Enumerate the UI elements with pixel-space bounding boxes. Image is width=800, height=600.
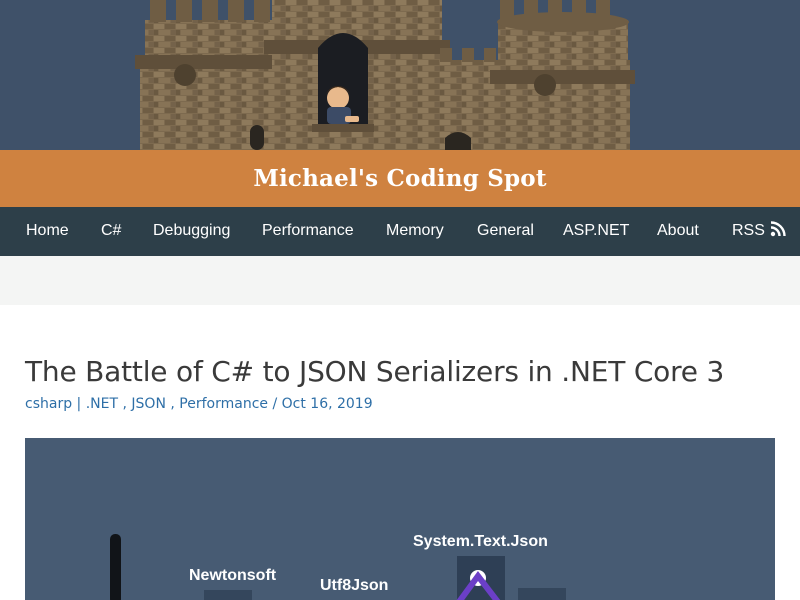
nav-item-debugging[interactable]: Debugging (153, 207, 230, 256)
meta-separator: / (272, 396, 282, 412)
nav-item-general[interactable]: General (477, 207, 534, 256)
post-title[interactable]: The Battle of C# to JSON Serializers in … (25, 355, 724, 388)
content-spacer-band (0, 256, 800, 305)
nav-item-memory[interactable]: Memory (386, 207, 444, 256)
featured-label-system-text-json: System.Text.Json (413, 533, 548, 550)
post-date: Oct 16, 2019 (281, 396, 373, 412)
main-nav: Home C# Debugging Performance Memory Gen… (0, 207, 800, 256)
nav-item-home[interactable]: Home (26, 207, 69, 256)
nav-item-rss[interactable]: RSS (732, 207, 786, 256)
featured-image: Newtonsoft Utf8Json System.Text.Json (25, 438, 775, 600)
castle-illustration (135, 0, 635, 150)
post-author-link[interactable]: csharp (25, 396, 72, 412)
site-title-bar: Michael's Coding Spot (0, 150, 800, 207)
featured-label-newtonsoft: Newtonsoft (189, 567, 277, 584)
post-meta: csharp | .NET , JSON , Performance / Oct… (25, 396, 373, 412)
rss-icon (770, 221, 786, 236)
category-link-dotnet[interactable]: .NET (86, 396, 118, 412)
meta-separator: , (170, 396, 180, 412)
nav-item-rss-label: RSS (732, 222, 765, 239)
category-link-performance[interactable]: Performance (179, 396, 268, 412)
featured-image-graphic (110, 534, 566, 600)
nav-item-csharp[interactable]: C# (101, 207, 121, 256)
nav-item-aspnet[interactable]: ASP.NET (563, 207, 629, 256)
featured-label-utf8json: Utf8Json (320, 577, 389, 594)
nav-item-about[interactable]: About (657, 207, 699, 256)
category-link-json[interactable]: JSON (131, 396, 166, 412)
meta-separator: | (76, 396, 86, 412)
nav-item-performance[interactable]: Performance (262, 207, 354, 256)
site-title[interactable]: Michael's Coding Spot (253, 165, 546, 192)
header-banner (0, 0, 800, 150)
